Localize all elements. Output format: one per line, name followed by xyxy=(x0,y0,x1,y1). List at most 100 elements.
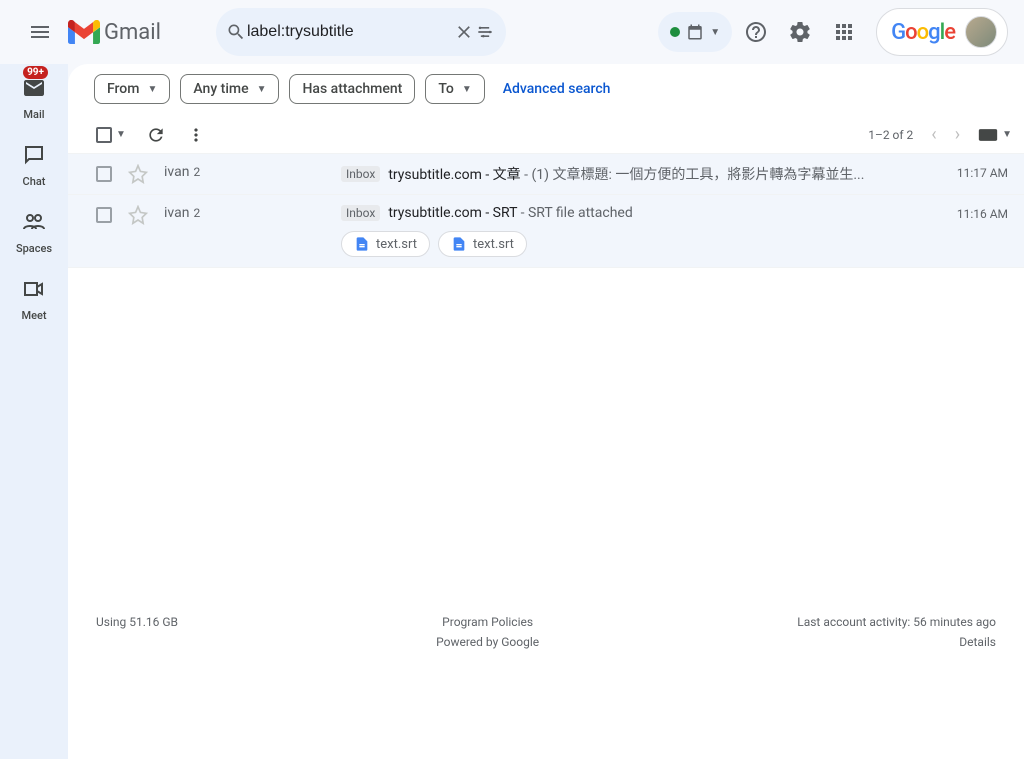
sender-name: ivan xyxy=(164,205,189,221)
attachment-name: text.srt xyxy=(473,237,514,252)
filter-has-attachment[interactable]: Has attachment xyxy=(289,74,415,104)
search-input[interactable] xyxy=(247,23,454,41)
input-tools-button[interactable]: ▼ xyxy=(978,128,1012,142)
mail-badge: 99+ xyxy=(23,66,48,79)
nav-meet-label: Meet xyxy=(21,309,46,322)
main-panel: From ▼ Any time ▼ Has attachment To ▼ Advan… xyxy=(68,64,1024,759)
left-rail: 99+ Mail Chat Spaces Meet xyxy=(0,64,68,759)
filter-bar: From ▼ Any time ▼ Has attachment To ▼ Advan… xyxy=(68,64,1024,116)
row-checkbox[interactable] xyxy=(96,207,112,223)
chat-icon xyxy=(18,139,50,171)
nav-mail-label: Mail xyxy=(23,108,44,121)
inbox-label[interactable]: Inbox xyxy=(341,205,380,221)
sender: ivan 2 xyxy=(156,205,341,221)
footer: Using 51.16 GB Program Policies Powered … xyxy=(68,597,1024,759)
subject-area: Inbox trysubtitle.com - 文章 - (1) 文章標題: 一… xyxy=(341,164,938,184)
subject-area: Inbox trysubtitle.com - SRT - SRT file a… xyxy=(341,205,938,257)
program-policies-link[interactable]: Program Policies xyxy=(436,615,539,629)
active-status-dot xyxy=(670,27,680,37)
row-controls xyxy=(96,164,156,184)
chevron-down-icon: ▼ xyxy=(710,27,720,38)
nav-mail[interactable]: 99+ Mail xyxy=(18,72,50,121)
filter-to-label: To xyxy=(438,81,454,97)
keyboard-icon xyxy=(978,128,998,142)
powered-by-text: Powered by Google xyxy=(436,635,539,649)
nav-meet[interactable]: Meet xyxy=(18,273,50,322)
row-checkbox[interactable] xyxy=(96,166,112,182)
row-time: 11:16 AM xyxy=(938,205,1008,221)
attachments: text.srt text.srt xyxy=(341,231,938,257)
gmail-icon xyxy=(68,20,100,44)
select-all-checkbox[interactable] xyxy=(96,127,112,143)
attachment-chip[interactable]: text.srt xyxy=(438,231,527,257)
google-account-button[interactable]: Google xyxy=(876,8,1008,56)
footer-right: Last account activity: 56 minutes ago De… xyxy=(797,615,996,649)
sender-name: ivan xyxy=(164,164,189,180)
toolbar-left: ▼ xyxy=(96,125,206,145)
clear-search-button[interactable] xyxy=(454,12,475,52)
star-button[interactable] xyxy=(128,164,148,184)
footer-storage: Using 51.16 GB xyxy=(96,615,178,649)
header-right: ▼ Google xyxy=(658,8,1008,56)
support-button[interactable] xyxy=(736,12,776,52)
page-info: 1–2 of 2 xyxy=(868,128,913,142)
search-icon[interactable] xyxy=(226,12,247,52)
sender-count: 2 xyxy=(193,165,200,179)
meet-icon xyxy=(18,273,50,305)
more-button[interactable] xyxy=(186,125,206,145)
toolbar: ▼ 1–2 of 2 ‹ › ▼ xyxy=(68,116,1024,154)
filter-to[interactable]: To ▼ xyxy=(425,74,484,104)
filter-any-time[interactable]: Any time ▼ xyxy=(180,74,279,104)
attachment-chip[interactable]: text.srt xyxy=(341,231,430,257)
activity-text: Last account activity: 56 minutes ago xyxy=(797,615,996,629)
search-bar[interactable] xyxy=(216,8,506,56)
details-link[interactable]: Details xyxy=(797,635,996,649)
filter-from[interactable]: From ▼ xyxy=(94,74,170,104)
settings-button[interactable] xyxy=(780,12,820,52)
header: Gmail ▼ Google xyxy=(0,0,1024,64)
subject-strong: trysubtitle.com - SRT xyxy=(388,205,517,221)
filter-time-label: Any time xyxy=(193,81,248,97)
select-all-control[interactable]: ▼ xyxy=(96,127,126,143)
nav-chat[interactable]: Chat xyxy=(18,139,50,188)
status-pill[interactable]: ▼ xyxy=(658,12,732,52)
nav-chat-label: Chat xyxy=(23,175,46,188)
document-icon xyxy=(451,236,467,252)
star-button[interactable] xyxy=(128,205,148,225)
main-menu-button[interactable] xyxy=(16,8,64,56)
hamburger-icon xyxy=(28,20,52,44)
chevron-down-icon: ▼ xyxy=(257,84,267,95)
chevron-down-icon: ▼ xyxy=(462,84,472,95)
gmail-logo-area[interactable]: Gmail xyxy=(68,20,161,45)
sender: ivan 2 xyxy=(156,164,341,180)
filter-from-label: From xyxy=(107,81,139,97)
nav-spaces[interactable]: Spaces xyxy=(16,206,52,255)
sender-count: 2 xyxy=(193,206,200,220)
subject-snippet: - (1) 文章標題: 一個方便的工具，將影片轉為字幕並生... xyxy=(521,167,865,183)
search-options-button[interactable] xyxy=(475,12,496,52)
refresh-button[interactable] xyxy=(146,125,166,145)
prev-page-button[interactable]: ‹ xyxy=(931,124,936,145)
avatar[interactable] xyxy=(965,16,997,48)
subject-strong: trysubtitle.com - 文章 xyxy=(388,167,520,183)
chevron-down-icon: ▼ xyxy=(147,84,157,95)
spaces-icon xyxy=(18,206,50,238)
storage-text[interactable]: Using 51.16 GB xyxy=(96,615,178,629)
attachment-name: text.srt xyxy=(376,237,417,252)
chevron-down-icon: ▼ xyxy=(116,129,126,140)
advanced-search-link[interactable]: Advanced search xyxy=(503,81,611,97)
email-row[interactable]: ivan 2 Inbox trysubtitle.com - SRT - SRT… xyxy=(68,195,1024,268)
next-page-button[interactable]: › xyxy=(955,124,960,145)
nav-spaces-label: Spaces xyxy=(16,242,52,255)
chevron-down-icon: ▼ xyxy=(1002,129,1012,140)
toolbar-right: 1–2 of 2 ‹ › ▼ xyxy=(868,124,1012,145)
inbox-label[interactable]: Inbox xyxy=(341,166,380,182)
email-row[interactable]: ivan 2 Inbox trysubtitle.com - 文章 - (1) … xyxy=(68,154,1024,195)
subject-text: trysubtitle.com - 文章 - (1) 文章標題: 一個方便的工具… xyxy=(388,164,864,184)
apps-button[interactable] xyxy=(824,12,864,52)
filter-attachment-label: Has attachment xyxy=(302,81,402,97)
gmail-text: Gmail xyxy=(104,20,161,45)
row-time: 11:17 AM xyxy=(938,164,1008,180)
google-logo-text: Google xyxy=(891,20,955,45)
row-controls xyxy=(96,205,156,225)
